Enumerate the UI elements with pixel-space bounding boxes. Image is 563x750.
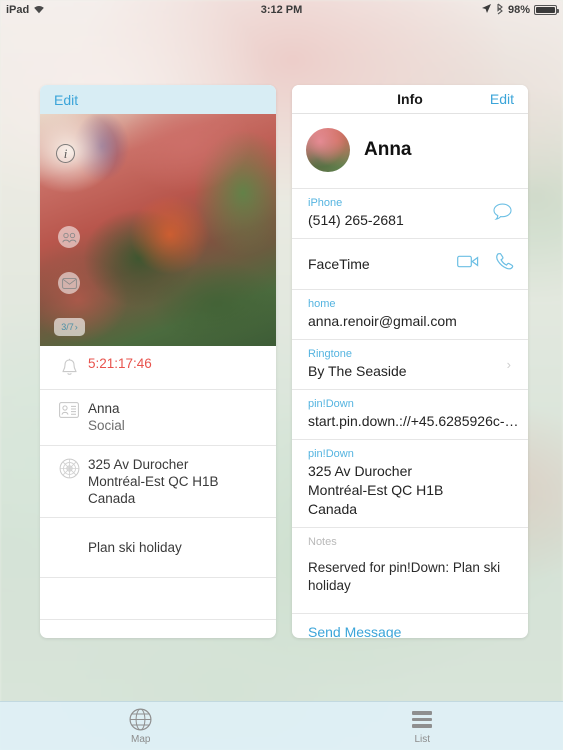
contact-row[interactable]: Anna Social <box>40 390 276 446</box>
info-icon[interactable]: i <box>56 144 75 163</box>
battery-percent: 98% <box>507 4 530 16</box>
contact-name-heading: Anna <box>364 139 412 160</box>
address-line-2: Montréal-Est QC H1B <box>88 474 219 489</box>
contact-group: Social <box>88 418 125 433</box>
photo-counter-label: 3/7 <box>61 322 74 332</box>
battery-full-icon <box>534 5 559 15</box>
info-header: Info Edit <box>292 85 528 114</box>
contact-card-icon <box>54 400 84 418</box>
avatar[interactable] <box>306 128 350 172</box>
compass-icon <box>54 456 84 479</box>
email-label: home <box>308 298 336 310</box>
bell-icon <box>54 356 84 377</box>
notes-value[interactable]: Reserved for pin!Down: Plan ski holiday <box>308 550 514 595</box>
alarm-row[interactable]: 5:21:17:46 <box>40 346 276 390</box>
facetime-field: FaceTime <box>292 238 528 289</box>
send-message-button[interactable]: Send Message <box>292 613 528 638</box>
address-row[interactable]: 325 Av Durocher Montréal-Est QC H1B Cana… <box>40 446 276 518</box>
chevron-right-icon: › <box>74 322 78 332</box>
left-edit-button[interactable]: Edit <box>54 92 78 108</box>
phone-value[interactable]: (514) 265-2681 <box>308 211 514 230</box>
contact-identity: Anna <box>292 114 528 188</box>
alarm-countdown: 5:21:17:46 <box>88 356 152 371</box>
page-title: Info <box>397 91 423 107</box>
notes-label: Notes <box>308 536 337 548</box>
location-arrow-icon <box>481 3 492 17</box>
status-bar: iPad 3:12 PM 98% <box>0 0 563 20</box>
phone-label: iPhone <box>308 197 343 209</box>
message-bubble-icon[interactable] <box>493 203 512 225</box>
chevron-right-icon: › <box>506 357 511 372</box>
contact-info-card: Info Edit Anna iPhone (514) 265-2681 Fac… <box>292 85 528 638</box>
tab-bar: Map List <box>0 701 563 750</box>
pin-note[interactable]: Plan ski holiday <box>40 518 276 578</box>
address-line-1: 325 Av Durocher <box>88 457 189 472</box>
tab-map[interactable]: Map <box>0 702 282 750</box>
address-line-3: Canada <box>88 491 136 506</box>
ringtone-field[interactable]: Ringtone By The Seaside › <box>292 339 528 389</box>
left-card-header: Edit <box>40 85 276 114</box>
bluetooth-icon <box>496 3 504 18</box>
list-icon <box>412 707 433 732</box>
globe-icon <box>129 707 152 732</box>
pindown-address-line-1: 325 Av Durocher <box>308 463 413 479</box>
left-card-filler <box>40 578 276 620</box>
phone-handset-icon[interactable] <box>495 252 514 276</box>
tab-list[interactable]: List <box>282 702 563 750</box>
phone-field[interactable]: iPhone (514) 265-2681 <box>292 188 528 238</box>
pindown-address-field[interactable]: pin!Down 325 Av Durocher Montréal-Est QC… <box>292 439 528 527</box>
tab-map-label: Map <box>131 734 151 745</box>
pindown-address-line-3: Canada <box>308 501 358 517</box>
tab-list-label: List <box>414 734 431 745</box>
contact-name: Anna <box>88 401 120 416</box>
email-value[interactable]: anna.renoir@gmail.com <box>308 312 514 331</box>
contact-edit-button[interactable]: Edit <box>490 91 514 107</box>
pindown-url-value[interactable]: start.pin.down.://+45.6285926c-… <box>308 412 519 431</box>
photo-counter-badge[interactable]: 3/7 › <box>54 318 85 336</box>
pin-photo[interactable]: i 3/7 › <box>40 114 276 346</box>
clock: 3:12 PM <box>260 4 303 16</box>
pindown-url-field[interactable]: pin!Down start.pin.down.://+45.6285926c-… <box>292 389 528 439</box>
video-camera-icon[interactable] <box>457 254 479 274</box>
email-field[interactable]: home anna.renoir@gmail.com <box>292 289 528 339</box>
mail-icon[interactable] <box>58 272 80 294</box>
notes-field[interactable]: Notes Reserved for pin!Down: Plan ski ho… <box>292 527 528 613</box>
pindown-url-label: pin!Down <box>308 398 354 410</box>
ringtone-label: Ringtone <box>308 348 353 360</box>
ringtone-value: By The Seaside <box>308 363 407 379</box>
facetime-label: FaceTime <box>308 256 370 272</box>
people-icon[interactable] <box>58 226 80 248</box>
pindown-address-label: pin!Down <box>308 448 354 460</box>
pin-detail-card: Edit i 3/7 › 5:21:17:46 Anna Social 325 … <box>40 85 276 638</box>
pindown-address-line-2: Montréal-Est QC H1B <box>308 482 444 498</box>
